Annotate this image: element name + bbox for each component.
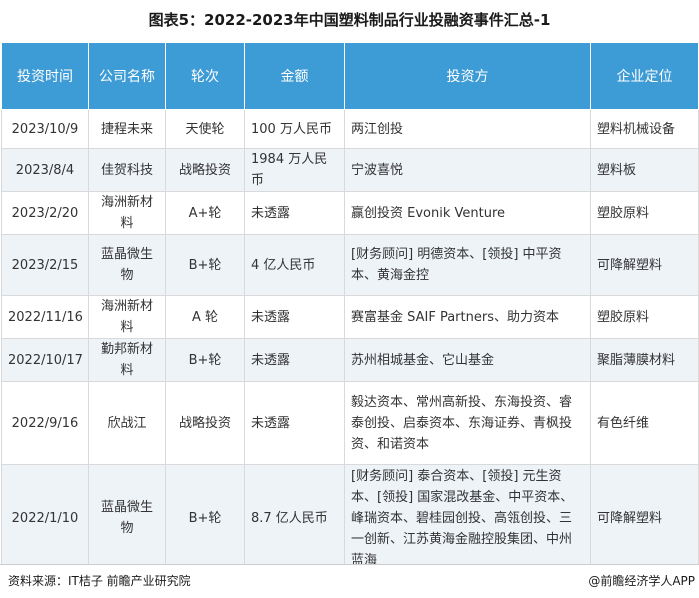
footer: 资料来源：IT桔子 前瞻产业研究院 @前瞻经济学人APP xyxy=(0,564,699,598)
cell-company: 蓝晶微生物 xyxy=(88,234,166,296)
cell-amount: 未透露 xyxy=(244,338,345,382)
cell-date: 2023/8/4 xyxy=(1,148,89,192)
header-company-name: 公司名称 xyxy=(88,42,166,110)
cell-round: A+轮 xyxy=(165,191,245,235)
header-amount: 金额 xyxy=(244,42,345,110)
cell-positioning: 可降解塑料 xyxy=(590,464,699,572)
cell-positioning: 塑料机械设备 xyxy=(590,109,699,149)
cell-investors: 苏州相城基金、它山基金 xyxy=(344,338,591,382)
cell-round: 天使轮 xyxy=(165,109,245,149)
table-row: 2023/8/4 佳贺科技 战略投资 1984 万人民币 宁波喜悦 塑料板 xyxy=(1,148,699,192)
cell-date: 2022/9/16 xyxy=(1,381,89,465)
cell-amount: 1984 万人民币 xyxy=(244,148,345,192)
cell-date: 2022/11/16 xyxy=(1,295,89,339)
cell-round: B+轮 xyxy=(165,234,245,296)
cell-investors: [财务顾问] 明德资本、[领投] 中平资本、黄海金控 xyxy=(344,234,591,296)
table-row: 2022/1/10 蓝晶微生物 B+轮 8.7 亿人民币 [财务顾问] 泰合资本… xyxy=(1,464,699,572)
cell-amount: 未透露 xyxy=(244,191,345,235)
chart-title: 图表5：2022-2023年中国塑料制品行业投融资事件汇总-1 xyxy=(148,11,551,29)
table-row: 2022/11/16 海洲新材料 A 轮 未透露 赛富基金 SAIF Partn… xyxy=(1,295,699,339)
header-positioning: 企业定位 xyxy=(590,42,699,110)
cell-investors: 宁波喜悦 xyxy=(344,148,591,192)
cell-company: 欣战江 xyxy=(88,381,166,465)
cell-round: B+轮 xyxy=(165,338,245,382)
cell-amount: 未透露 xyxy=(244,295,345,339)
cell-round: 战略投资 xyxy=(165,381,245,465)
cell-positioning: 聚脂薄膜材料 xyxy=(590,338,699,382)
cell-company: 佳贺科技 xyxy=(88,148,166,192)
table-row: 2022/9/16 欣战江 战略投资 未透露 毅达资本、常州高新投、东海投资、睿… xyxy=(1,381,699,465)
investment-table: 投资时间 公司名称 轮次 金额 投资方 企业定位 2023/10/9 捷程未来 … xyxy=(1,42,699,572)
cell-investors: 毅达资本、常州高新投、东海投资、睿泰创投、启泰资本、东海证券、青枫投资、和诺资本 xyxy=(344,381,591,465)
cell-positioning: 有色纤维 xyxy=(590,381,699,465)
cell-investors: 赛富基金 SAIF Partners、助力资本 xyxy=(344,295,591,339)
cell-round: B+轮 xyxy=(165,464,245,572)
cell-company: 勤邦新材料 xyxy=(88,338,166,382)
cell-positioning: 塑胶原料 xyxy=(590,295,699,339)
cell-investors: 两江创投 xyxy=(344,109,591,149)
cell-company: 海洲新材料 xyxy=(88,295,166,339)
cell-date: 2023/10/9 xyxy=(1,109,89,149)
cell-company: 捷程未来 xyxy=(88,109,166,149)
cell-company: 蓝晶微生物 xyxy=(88,464,166,572)
cell-company: 海洲新材料 xyxy=(88,191,166,235)
cell-amount: 100 万人民币 xyxy=(244,109,345,149)
cell-amount: 未透露 xyxy=(244,381,345,465)
table-header-row: 投资时间 公司名称 轮次 金额 投资方 企业定位 xyxy=(1,42,699,110)
table-row: 2022/10/17 勤邦新材料 B+轮 未透露 苏州相城基金、它山基金 聚脂薄… xyxy=(1,338,699,382)
cell-amount: 8.7 亿人民币 xyxy=(244,464,345,572)
table-row: 2023/2/15 蓝晶微生物 B+轮 4 亿人民币 [财务顾问] 明德资本、[… xyxy=(1,234,699,296)
source-note: 资料来源：IT桔子 前瞻产业研究院 xyxy=(8,574,191,588)
cell-round: A 轮 xyxy=(165,295,245,339)
cell-positioning: 塑料板 xyxy=(590,148,699,192)
cell-date: 2023/2/20 xyxy=(1,191,89,235)
cell-positioning: 可降解塑料 xyxy=(590,234,699,296)
table-row: 2023/2/20 海洲新材料 A+轮 未透露 赢创投资 Evonik Vent… xyxy=(1,191,699,235)
header-round: 轮次 xyxy=(165,42,245,110)
table-row: 2023/10/9 捷程未来 天使轮 100 万人民币 两江创投 塑料机械设备 xyxy=(1,109,699,149)
brand-credit: @前瞻经济学人APP xyxy=(588,574,695,588)
cell-amount: 4 亿人民币 xyxy=(244,234,345,296)
header-investors: 投资方 xyxy=(344,42,591,110)
cell-investors: [财务顾问] 泰合资本、[领投] 元生资本、[领投] 国家混改基金、中平资本、峰… xyxy=(344,464,591,572)
cell-round: 战略投资 xyxy=(165,148,245,192)
cell-date: 2022/10/17 xyxy=(1,338,89,382)
cell-positioning: 塑胶原料 xyxy=(590,191,699,235)
cell-date: 2022/1/10 xyxy=(1,464,89,572)
cell-investors: 赢创投资 Evonik Venture xyxy=(344,191,591,235)
header-invest-time: 投资时间 xyxy=(1,42,89,110)
cell-date: 2023/2/15 xyxy=(1,234,89,296)
